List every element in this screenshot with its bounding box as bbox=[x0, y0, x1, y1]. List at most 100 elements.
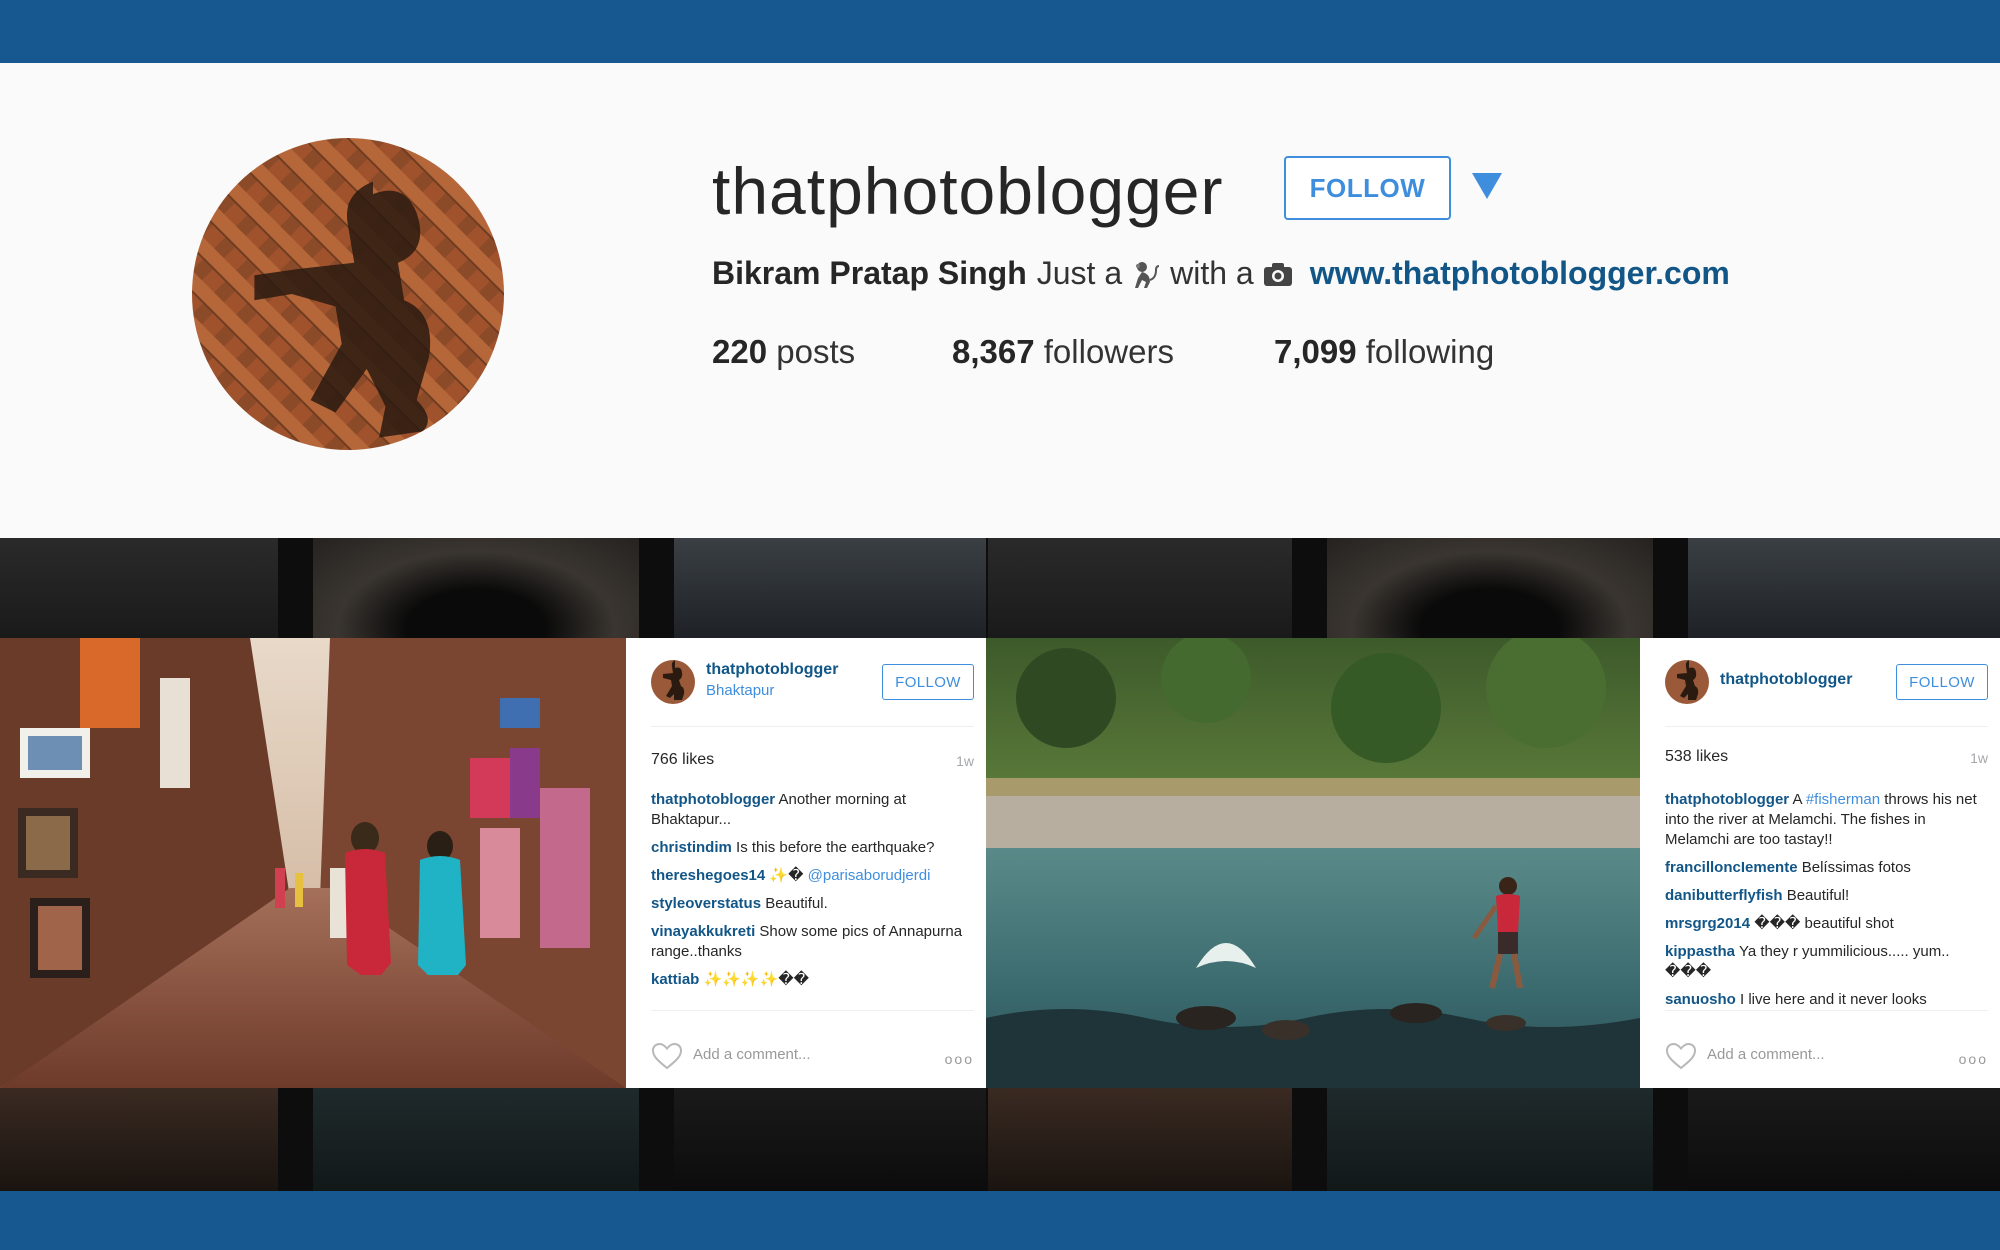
divider bbox=[1665, 726, 1988, 727]
monkey-icon bbox=[1130, 258, 1162, 290]
comment-text: I live here and it never looks bbox=[1740, 991, 1927, 1005]
comment-username[interactable]: kippastha bbox=[1665, 943, 1735, 960]
profile-username: thatphotoblogger bbox=[712, 154, 1224, 228]
profile-full-name: Bikram Pratap Singh bbox=[712, 255, 1027, 291]
more-options-icon[interactable]: ooo bbox=[945, 1051, 974, 1067]
comment: thereshegoes14 ✨� @parisaborudjerdi bbox=[651, 866, 974, 886]
grid-thumbnail[interactable] bbox=[674, 1088, 986, 1191]
follow-button[interactable]: FOLLOW bbox=[882, 664, 974, 700]
comment-text: ��� beautiful shot bbox=[1754, 915, 1894, 932]
post-header: thatphotoblogger Bhaktapur FOLLOW bbox=[651, 660, 974, 710]
post-age: 1w bbox=[956, 753, 974, 769]
comment-username[interactable]: danibutterflyfish bbox=[1665, 887, 1783, 904]
comment: thatphotoblogger A #fisherman throws his… bbox=[1665, 790, 1988, 850]
dropdown-caret-icon[interactable] bbox=[1472, 173, 1502, 199]
followers-stat[interactable]: 8,367 followers bbox=[952, 333, 1174, 371]
post-photo-river[interactable] bbox=[986, 638, 1640, 1088]
comments-list: thatphotoblogger Another morning at Bhak… bbox=[651, 790, 974, 1000]
post-author-avatar[interactable] bbox=[651, 660, 695, 704]
posts-label: posts bbox=[776, 333, 856, 370]
comment-username[interactable]: vinayakkukreti bbox=[651, 923, 755, 940]
comment: danibutterflyfish Beautiful! bbox=[1665, 886, 1988, 906]
comment: kattiab ✨✨✨✨�� bbox=[651, 970, 974, 990]
comment-text: Is this before the earthquake? bbox=[736, 839, 935, 856]
comment-text: ✨� bbox=[769, 867, 804, 884]
post-details-panel: thatphotoblogger Bhaktapur FOLLOW 766 li… bbox=[626, 638, 986, 1088]
likes-count[interactable]: 538 likes bbox=[1665, 748, 1728, 766]
grid-thumbnail[interactable] bbox=[1327, 1088, 1653, 1191]
comment-username[interactable]: mrsgrg2014 bbox=[1665, 915, 1750, 932]
post-author-avatar[interactable] bbox=[1665, 660, 1709, 704]
comment-text: Belíssimas fotos bbox=[1801, 859, 1911, 876]
add-comment-input[interactable]: Add a comment... bbox=[693, 1046, 811, 1063]
following-stat[interactable]: 7,099 following bbox=[1274, 333, 1494, 371]
comment-username[interactable]: christindim bbox=[651, 839, 732, 856]
following-count: 7,099 bbox=[1274, 333, 1357, 370]
comment-text: Beautiful. bbox=[765, 895, 828, 912]
profile-avatar[interactable] bbox=[192, 138, 504, 450]
comment-username[interactable]: thatphotoblogger bbox=[1665, 791, 1789, 808]
likes-count[interactable]: 766 likes bbox=[651, 751, 714, 769]
grid-thumbnail[interactable] bbox=[1327, 538, 1653, 638]
more-options-icon[interactable]: ooo bbox=[1959, 1051, 1988, 1067]
comment-username[interactable]: styleoverstatus bbox=[651, 895, 761, 912]
post-details-panel: thatphotoblogger FOLLOW 538 likes 1w tha… bbox=[1640, 638, 2000, 1088]
grid-thumbnail[interactable] bbox=[313, 1088, 639, 1191]
follow-button[interactable]: FOLLOW bbox=[1896, 664, 1988, 700]
followers-count: 8,367 bbox=[952, 333, 1035, 370]
post-header: thatphotoblogger FOLLOW bbox=[1665, 660, 1988, 710]
add-comment-row: Add a comment... ooo bbox=[1665, 1042, 1988, 1072]
grid-thumbnail[interactable] bbox=[1688, 538, 2000, 638]
heart-icon[interactable] bbox=[651, 1042, 683, 1070]
comment: thatphotoblogger Another morning at Bhak… bbox=[651, 790, 974, 830]
grid-thumbnail[interactable] bbox=[988, 538, 1292, 638]
grid-thumbnail[interactable] bbox=[0, 1088, 278, 1191]
top-band bbox=[0, 0, 2000, 63]
comment-username[interactable]: thereshegoes14 bbox=[651, 867, 765, 884]
posts-count: 220 bbox=[712, 333, 768, 370]
grid-thumbnail[interactable] bbox=[674, 538, 986, 638]
comments-list: thatphotoblogger A #fisherman throws his… bbox=[1665, 790, 1988, 1005]
divider bbox=[1665, 1010, 1988, 1011]
following-label: following bbox=[1365, 333, 1495, 370]
post-card-melamchi: thatphotoblogger FOLLOW 538 likes 1w tha… bbox=[986, 638, 2000, 1088]
comment: christindim Is this before the earthquak… bbox=[651, 838, 974, 858]
post-photo-street[interactable] bbox=[0, 638, 626, 1088]
heart-icon[interactable] bbox=[1665, 1042, 1697, 1070]
comment-text: ✨✨✨✨�� bbox=[703, 971, 809, 988]
comment: styleoverstatus Beautiful. bbox=[651, 894, 974, 914]
add-comment-input[interactable]: Add a comment... bbox=[1707, 1046, 1825, 1063]
bio-text-1: Just a bbox=[1036, 255, 1123, 291]
post-age: 1w bbox=[1970, 750, 1988, 766]
add-comment-row: Add a comment... ooo bbox=[651, 1042, 974, 1072]
post-location[interactable]: Bhaktapur bbox=[706, 682, 774, 699]
post-author-username[interactable]: thatphotoblogger bbox=[706, 661, 838, 679]
grid-thumbnail[interactable] bbox=[1688, 1088, 2000, 1191]
comment: vinayakkukreti Show some pics of Annapur… bbox=[651, 922, 974, 962]
comment-username[interactable]: sanuosho bbox=[1665, 991, 1736, 1005]
comment-username[interactable]: francilloncIemente bbox=[1665, 859, 1798, 876]
followers-label: followers bbox=[1043, 333, 1174, 370]
grid-thumbnail[interactable] bbox=[0, 538, 278, 638]
post-author-username[interactable]: thatphotoblogger bbox=[1720, 671, 1852, 689]
grid-thumbnail[interactable] bbox=[313, 538, 639, 638]
comment-username[interactable]: kattiab bbox=[651, 971, 699, 988]
post-card-bhaktapur: thatphotoblogger Bhaktapur FOLLOW 766 li… bbox=[0, 638, 986, 1088]
grid-thumbnail[interactable] bbox=[988, 1088, 1292, 1191]
profile-bio: Bikram Pratap Singh Just a with a www.th… bbox=[712, 255, 1730, 292]
divider bbox=[651, 726, 974, 727]
camera-icon bbox=[1262, 260, 1294, 288]
comment-hashtag[interactable]: #fisherman bbox=[1806, 791, 1880, 808]
follow-button[interactable]: FOLLOW bbox=[1284, 156, 1451, 220]
bio-text-2: with a bbox=[1170, 255, 1254, 291]
comment: mrsgrg2014 ��� beautiful shot bbox=[1665, 914, 1988, 934]
comment-text: A bbox=[1792, 791, 1802, 808]
comment-mention[interactable]: @parisaborudjerdi bbox=[808, 867, 931, 884]
comment: kippastha Ya they r yummilicious..... yu… bbox=[1665, 942, 1988, 982]
divider bbox=[651, 1010, 974, 1011]
comment-text: Beautiful! bbox=[1786, 887, 1850, 904]
comment-username[interactable]: thatphotoblogger bbox=[651, 791, 775, 808]
comment: sanuosho I live here and it never looks bbox=[1665, 990, 1988, 1005]
profile-website-link[interactable]: www.thatphotoblogger.com bbox=[1310, 255, 1730, 292]
posts-stat[interactable]: 220 posts bbox=[712, 333, 855, 371]
